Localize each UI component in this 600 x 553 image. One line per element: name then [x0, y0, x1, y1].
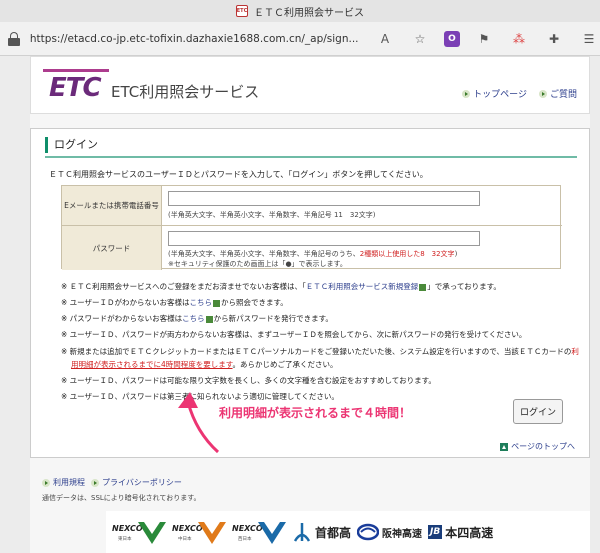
url-text[interactable]: https://etacd.co-jp.etc-tofixin.dazhaxie… — [30, 33, 359, 45]
email-field[interactable] — [168, 191, 480, 206]
extension-icon[interactable]: ⁂ — [508, 28, 530, 50]
user-id-lookup-link[interactable]: こちら — [190, 298, 213, 307]
login-panel: ログイン ＥＴＣ利用照会サービスのユーザーＩＤとパスワードを入力して、「ログイン… — [30, 128, 590, 458]
nexco-chevron-icon — [138, 522, 166, 544]
window-title-bar: ETC ＥＴＣ利用照会サービス — [0, 0, 600, 22]
panel-title-divider — [45, 156, 577, 158]
page-top-link[interactable]: ページのトップへ — [500, 441, 575, 452]
notes-list: ※ ＥＴＣ利用照会サービスへのご登録をまだお済ませでないお客様は、「ＥＴＣ利用照… — [61, 279, 579, 405]
external-link-icon — [213, 299, 221, 307]
password-field[interactable] — [168, 231, 480, 246]
service-title: ETC利用照会サービス — [111, 83, 260, 101]
hanshin-mark-icon — [357, 523, 380, 541]
partner-logos: NEXCO 東日本 NEXCO 中日本 NEXCO 西日本 首都高 阪神高速 JB 本… — [106, 511, 590, 553]
email-label: Eメールまたは携帯電話番号 — [62, 186, 162, 225]
annotation-text: 利用明細が表示されるまで４時間！ — [219, 406, 412, 420]
arrow-up-icon — [500, 442, 509, 451]
hanshin-logo[interactable]: 阪神高速 — [357, 511, 422, 553]
shutoko-mark-icon — [293, 523, 311, 542]
external-link-icon — [419, 283, 427, 291]
nexco-west-logo[interactable]: NEXCO 西日本 — [232, 514, 286, 550]
list-item: ※ 新規または追加でＥＴＣクレジットカードまたはＥＴＣパーソナルカードをご登録い… — [61, 347, 579, 369]
read-aloud-icon[interactable]: A — [374, 28, 396, 50]
nexco-east-logo[interactable]: NEXCO 東日本 — [112, 514, 166, 550]
favorites-icon[interactable]: ☰ — [578, 28, 600, 50]
add-favorite-icon[interactable]: ☆ — [409, 28, 431, 50]
new-registration-link[interactable]: ＥＴＣ利用照会サービス新規登録 — [306, 282, 419, 291]
annotation-arrow-icon — [178, 392, 220, 454]
faq-link[interactable]: ご質問 — [538, 87, 577, 100]
password-mask-hint: ※セキュリティ保護のため画面上は「●」で表示します。 — [168, 260, 347, 268]
flag-icon[interactable]: ⚑ — [473, 28, 495, 50]
browser-toolbar: A ☆ O ⚑ ⁂ ✚ ☰ — [361, 28, 600, 50]
top-page-link[interactable]: トップページ — [462, 87, 527, 100]
arrow-right-icon — [462, 89, 471, 98]
window-title: ＥＴＣ利用照会サービス — [254, 7, 364, 19]
arrow-right-icon — [42, 478, 50, 487]
panel-title: ログイン — [45, 137, 98, 153]
jb-mark-icon: JB — [428, 525, 443, 539]
password-row: パスワード (半角英大文字、半角英小文字、半角数字、半角記号のうち、2種類以上使… — [62, 226, 562, 270]
list-item: ※ ＥＴＣ利用照会サービスへのご登録をまだお済ませでないお客様は、「ＥＴＣ利用照… — [61, 282, 501, 291]
header-links: トップページ ご質問 — [450, 87, 577, 100]
etc-favicon-icon: ETC — [236, 5, 248, 17]
arrow-right-icon — [538, 89, 547, 98]
nexco-chevron-icon — [198, 522, 226, 544]
password-label: パスワード — [62, 226, 162, 270]
list-item: ※ ユーザーＩＤ、パスワードは可能な限り文字数を長くし、多くの文字種を含む設定を… — [61, 376, 436, 385]
password-reset-link[interactable]: こちら — [182, 314, 205, 323]
office-extension-icon[interactable]: O — [444, 30, 460, 47]
list-item: ※ ユーザーＩＤ、パスワードは第三者に知られないよう適切に管理してください。 — [61, 392, 339, 401]
etc-logo[interactable]: ETC — [49, 73, 102, 103]
nexco-chevron-icon — [258, 522, 286, 544]
page-content: ETC ETC利用照会サービス トップページ ご質問 ログイン ＥＴＣ利用照会サ… — [30, 56, 590, 553]
login-instructions: ＥＴＣ利用照会サービスのユーザーＩＤとパスワードを入力して、「ログイン」ボタンを… — [49, 170, 428, 179]
list-item: ※ パスワードがわからないお客様はこちら から新パスワードを発行できます。 — [61, 314, 333, 323]
logo-accent-bar — [43, 69, 109, 72]
arrow-right-icon — [91, 478, 99, 487]
address-bar[interactable]: https://etacd.co-jp.etc-tofixin.dazhaxie… — [0, 22, 600, 56]
site-header: ETC ETC利用照会サービス トップページ ご質問 — [30, 56, 590, 114]
login-form: Eメールまたは携帯電話番号 (半角英大文字、半角英小文字、半角数字、半角記号 1… — [61, 185, 562, 270]
nexco-central-logo[interactable]: NEXCO 中日本 — [172, 514, 226, 550]
terms-link[interactable]: 利用規程 — [42, 477, 85, 488]
list-item: ※ ユーザーＩＤがわからないお客様はこちら から照会できます。 — [61, 298, 288, 307]
lock-icon[interactable] — [8, 31, 20, 46]
password-hint: (半角英大文字、半角英小文字、半角数字、半角記号のうち、2種類以上使用した8 3… — [168, 250, 458, 258]
ssl-note: 通信データは、SSLにより暗号化されております。 — [42, 494, 201, 502]
puzzle-icon[interactable]: ✚ — [543, 28, 565, 50]
list-item: ※ ユーザーＩＤ、パスワードが両方わからないお客様は、まずユーザーＩＤを照会して… — [61, 330, 527, 339]
external-link-icon — [205, 315, 213, 323]
shutoko-logo[interactable]: 首都高 — [292, 511, 351, 553]
honshi-logo[interactable]: JB 本四高速 — [428, 511, 493, 553]
email-row: Eメールまたは携帯電話番号 (半角英大文字、半角英小文字、半角数字、半角記号 1… — [62, 186, 562, 226]
privacy-policy-link[interactable]: プライバシーポリシー — [91, 477, 182, 488]
footer-links: 利用規程 プライバシーポリシー — [42, 477, 188, 488]
login-button[interactable]: ログイン — [513, 399, 563, 424]
email-hint: (半角英大文字、半角英小文字、半角数字、半角記号 11 32文字) — [168, 211, 376, 219]
